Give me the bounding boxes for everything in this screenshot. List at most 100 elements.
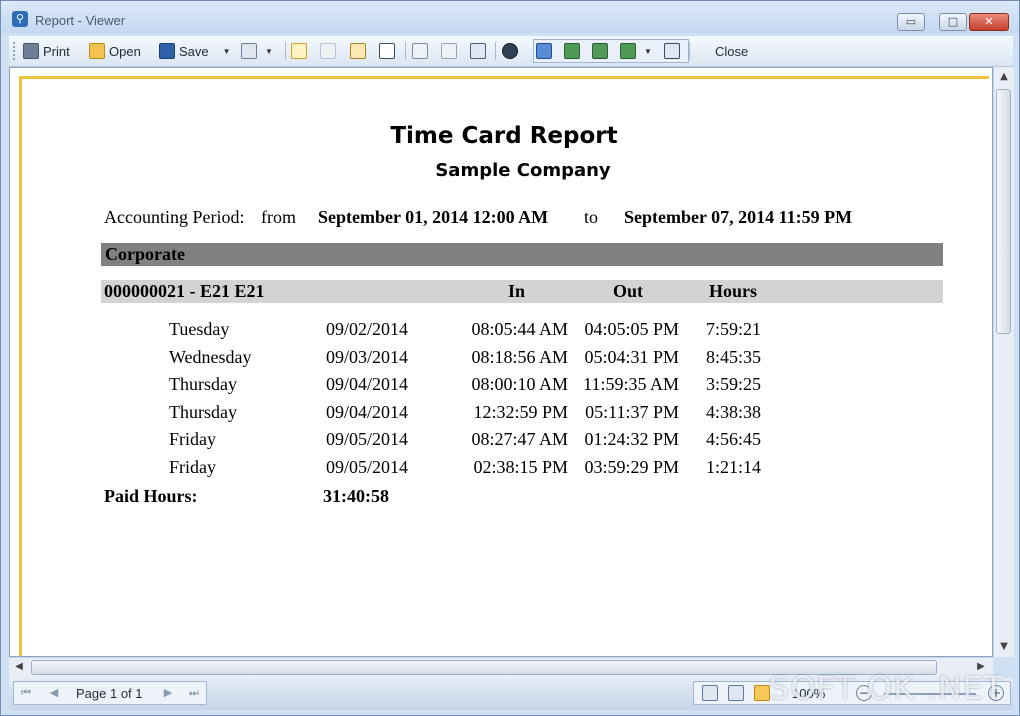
row-out: 05:04:31 PM <box>584 347 679 367</box>
title-bar: ⚲ Report - Viewer ▭ □ ✕ <box>1 1 1019 33</box>
full-screen-button[interactable] <box>664 41 680 61</box>
thumbnails-button[interactable] <box>470 41 486 61</box>
row-out: 05:11:37 PM <box>585 402 679 422</box>
previous-page-icon[interactable]: ◀ <box>46 685 62 701</box>
full-screen-icon <box>664 43 680 59</box>
toolbar-separator <box>405 42 406 60</box>
row-out: 01:24:32 PM <box>584 429 679 449</box>
row-in: 12:32:59 PM <box>473 402 568 422</box>
page-setup-icon <box>291 43 307 59</box>
row-in: 02:38:15 PM <box>473 457 568 477</box>
period-from-label: from <box>261 207 296 227</box>
row-day: Tuesday <box>169 319 230 339</box>
vertical-scrollbar[interactable]: ▲ ▼ <box>993 67 1014 657</box>
two-pages-icon[interactable] <box>728 685 744 701</box>
toolbar: Print Open Save ▼ ▼ ▼ Close <box>9 36 1013 67</box>
row-date: 09/02/2014 <box>326 319 409 339</box>
page-indicator: Page 1 of 1 <box>76 686 143 701</box>
one-page-icon[interactable] <box>702 685 718 701</box>
page-navigation: ⏮ ◀ Page 1 of 1 ▶ ⏭ <box>13 681 207 705</box>
export-icon <box>241 43 257 59</box>
parameters-button[interactable] <box>441 41 457 61</box>
first-page-icon[interactable]: ⏮ <box>18 685 34 701</box>
view-single-button[interactable] <box>536 41 552 61</box>
print-label: Print <box>43 43 70 59</box>
binoculars-icon <box>502 43 518 59</box>
vertical-scroll-thumb[interactable] <box>996 89 1011 334</box>
maximize-button[interactable]: □ <box>939 13 967 31</box>
next-page-icon[interactable]: ▶ <box>160 685 176 701</box>
view-facing-button[interactable] <box>592 41 608 61</box>
page-setup-button[interactable] <box>291 41 307 61</box>
row-date: 09/05/2014 <box>326 457 409 477</box>
minimize-button[interactable]: ▭ <box>897 13 925 31</box>
toolbar-grip[interactable] <box>13 42 17 60</box>
print-button[interactable]: Print <box>23 41 70 61</box>
save-button[interactable]: Save ▼ <box>159 41 231 61</box>
watermark: SOFT OK .NET <box>769 669 1005 707</box>
employee-name: 000000021 - E21 E21 <box>104 281 265 301</box>
period-to-label: to <box>584 207 599 227</box>
row-hours: 1:21:14 <box>706 457 762 477</box>
find-button[interactable] <box>502 41 518 61</box>
row-date: 09/03/2014 <box>326 347 409 367</box>
export-dropdown-icon[interactable]: ▼ <box>265 47 273 56</box>
bookmarks-button[interactable] <box>412 41 428 61</box>
row-hours: 7:59:21 <box>706 319 762 339</box>
multi-page-dropdown-icon[interactable]: ▼ <box>644 47 652 56</box>
continuous-view-icon <box>564 43 580 59</box>
row-day: Friday <box>169 457 216 477</box>
report-viewer-window: ⚲ Report - Viewer ▭ □ ✕ Print Open Save … <box>0 0 1020 716</box>
row-day: Thursday <box>169 374 237 394</box>
row-out: 03:59:29 PM <box>584 457 679 477</box>
single-page-button[interactable] <box>379 41 395 61</box>
row-hours: 4:38:38 <box>706 402 762 422</box>
scroll-left-icon[interactable]: ◀ <box>13 661 25 672</box>
open-button[interactable]: Open <box>89 41 141 61</box>
row-day: Thursday <box>169 402 237 422</box>
close-window-button[interactable]: ✕ <box>969 13 1009 31</box>
floppy-disk-icon <box>159 43 175 59</box>
save-dropdown-icon[interactable]: ▼ <box>223 47 231 56</box>
toolbar-separator <box>285 42 286 60</box>
row-in: 08:00:10 AM <box>471 374 568 394</box>
export-button[interactable]: ▼ <box>241 41 273 61</box>
bookmarks-icon <box>412 43 428 59</box>
parameters-icon <box>441 43 457 59</box>
last-page-icon[interactable]: ⏭ <box>186 685 202 701</box>
multiple-pages-icon[interactable] <box>754 685 770 701</box>
multi-page-view-icon <box>620 43 636 59</box>
copy-icon <box>320 43 336 59</box>
period-to-value: September 07, 2014 11:59 PM <box>624 207 853 227</box>
group-header: Corporate <box>101 243 943 266</box>
row-day: Wednesday <box>169 347 252 367</box>
row-date: 09/04/2014 <box>326 402 409 422</box>
row-date: 09/05/2014 <box>326 429 409 449</box>
view-continuous-button[interactable] <box>564 41 580 61</box>
printer-icon <box>23 43 39 59</box>
paid-hours-value: 31:40:58 <box>323 486 389 506</box>
row-in: 08:27:47 AM <box>471 429 568 449</box>
window-title: Report - Viewer <box>35 13 126 28</box>
row-out: 04:05:05 PM <box>584 319 679 339</box>
employee-header: 000000021 - E21 E21 In Out Hours <box>101 280 943 303</box>
scroll-up-icon[interactable]: ▲ <box>998 71 1010 83</box>
period-label: Accounting Period: <box>104 207 245 227</box>
group-name: Corporate <box>105 244 185 264</box>
company-name: Sample Company <box>435 160 611 181</box>
close-report-button[interactable]: Close <box>715 41 748 61</box>
row-hours: 3:59:25 <box>706 374 762 394</box>
row-hours: 8:45:35 <box>706 347 762 367</box>
save-label: Save <box>179 43 209 59</box>
row-in: 08:18:56 AM <box>471 347 568 367</box>
magnifier-app-icon: ⚲ <box>12 11 28 27</box>
page-icon <box>379 43 395 59</box>
report-title: Time Card Report <box>390 123 618 149</box>
copy-button[interactable] <box>320 41 336 61</box>
view-multiple-button[interactable]: ▼ <box>620 41 652 61</box>
scroll-down-icon[interactable]: ▼ <box>998 641 1010 653</box>
column-out: Out <box>613 281 644 301</box>
close-label: Close <box>715 43 749 59</box>
edit-button[interactable] <box>350 41 366 61</box>
period-from-value: September 01, 2014 12:00 AM <box>318 207 549 227</box>
